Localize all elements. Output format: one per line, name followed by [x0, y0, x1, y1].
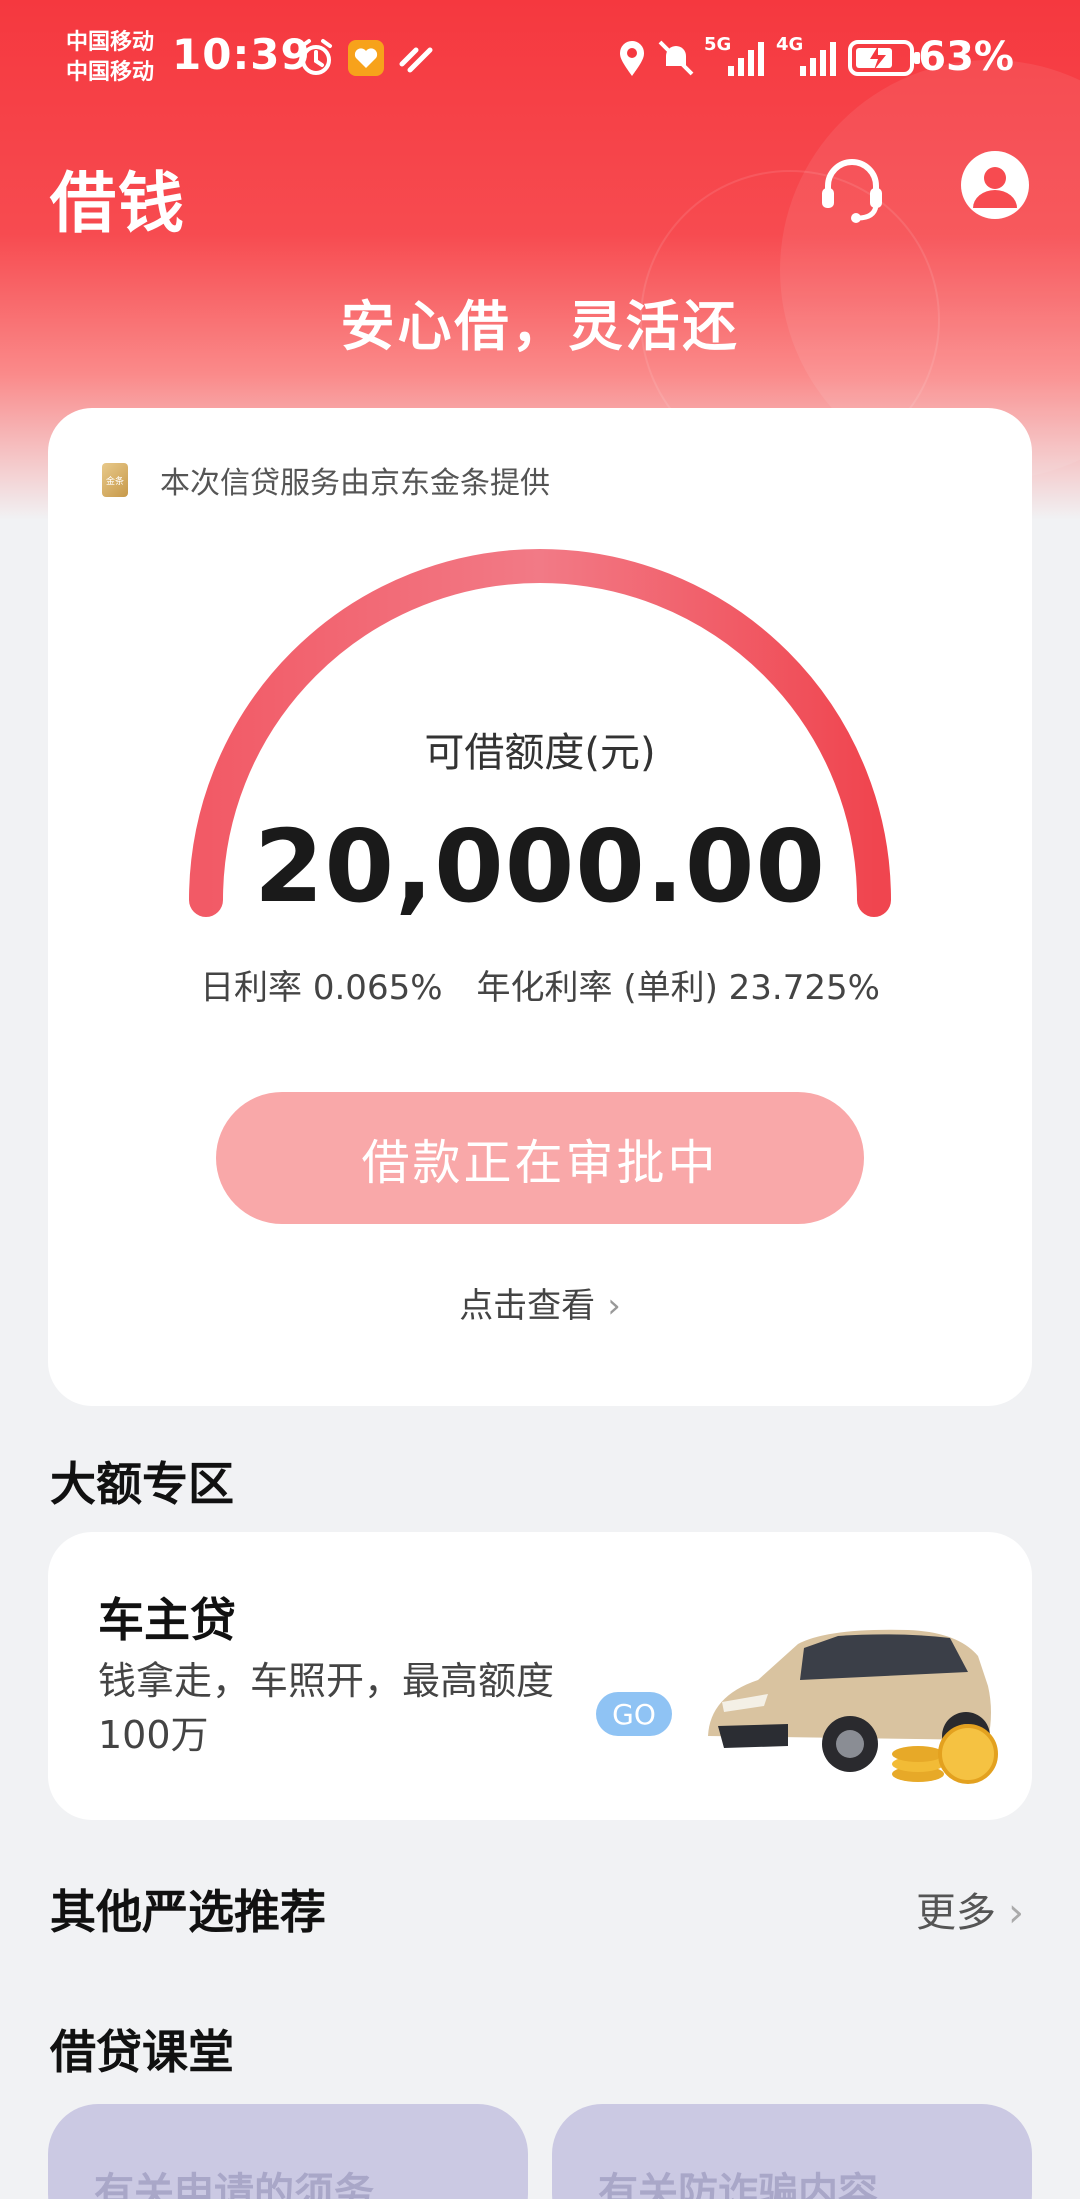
signal-icon: [728, 42, 764, 76]
car-coins-illustration: [708, 1629, 998, 1784]
page-title: 借钱: [50, 165, 186, 242]
signal-icon-2: [800, 42, 836, 76]
slogan: 安心借，灵活还: [340, 295, 740, 358]
class-tile-1-label: 有关申请的须务: [94, 2170, 374, 2199]
signal-4g: 4G: [776, 34, 838, 78]
carrier-labels: 中国移动 中国移动: [66, 28, 154, 88]
loan-card: 金条 本次信贷服务由京东金条提供 可借额度(元) 20,000.00 日利率 0…: [48, 408, 1032, 1406]
quota-label: 可借额度(元): [424, 730, 656, 776]
more-label: 更多: [916, 1890, 996, 1936]
headset-icon[interactable]: [814, 152, 890, 228]
class-section-title: 借贷课堂: [50, 2025, 234, 2079]
quota-value: 20,000.00: [253, 808, 827, 925]
car-loan-title: 车主贷: [98, 1593, 236, 1647]
carrier-1: 中国移动: [66, 30, 155, 55]
signal-5g: 5G: [704, 34, 766, 78]
status-bar: 中国移动 中国移动 10:39 5G 4G 63%: [0, 0, 1080, 120]
class-tile-1[interactable]: 有关申请的须务: [48, 2104, 528, 2199]
chevron-right-icon: ›: [607, 1286, 621, 1326]
battery-percent: 63%: [918, 34, 1014, 80]
annual-rate: 年化利率 (单利) 23.725%: [476, 968, 880, 1008]
go-button[interactable]: GO: [596, 1692, 672, 1736]
chevron-right-icon: ›: [1008, 1890, 1024, 1936]
location-icon: [620, 41, 644, 76]
recommend-section-title: 其他严选推荐: [50, 1885, 326, 1939]
clock-time: 10:39: [172, 30, 311, 79]
loan-status-button[interactable]: 借款正在审批中: [216, 1092, 864, 1224]
class-tile-2-label: 有关防诈骗内容: [598, 2170, 878, 2199]
daily-rate: 日利率 0.065%: [200, 968, 443, 1008]
provider-text: 本次信贷服务由京东金条提供: [160, 466, 550, 501]
mute-icon: [658, 40, 694, 76]
view-details-link[interactable]: 点击查看 ›: [48, 1278, 1032, 1327]
jintiao-logo-icon: 金条: [102, 463, 128, 497]
more-link[interactable]: 更多 ›: [916, 1880, 1024, 1938]
class-tile-2[interactable]: 有关防诈骗内容: [552, 2104, 1032, 2199]
car-loan-desc: 钱拿走，车照开，最高额度100万: [98, 1659, 555, 1757]
provider-row: 金条 本次信贷服务由京东金条提供: [102, 458, 550, 502]
car-loan-card[interactable]: 车主贷 钱拿走，车照开，最高额度100万 GO: [48, 1532, 1032, 1820]
large-section-title: 大额专区: [50, 1457, 234, 1511]
rate-row: 日利率 0.065% 年化利率 (单利) 23.725%: [48, 960, 1032, 1009]
carrier-2: 中国移动: [66, 60, 155, 85]
heart-shield-icon: [348, 40, 384, 76]
battery-icon: [848, 40, 920, 76]
alarm-icon: [300, 39, 332, 75]
link-icon: [399, 47, 433, 73]
profile-icon[interactable]: [958, 148, 1032, 222]
view-details-label: 点击查看: [459, 1286, 596, 1326]
